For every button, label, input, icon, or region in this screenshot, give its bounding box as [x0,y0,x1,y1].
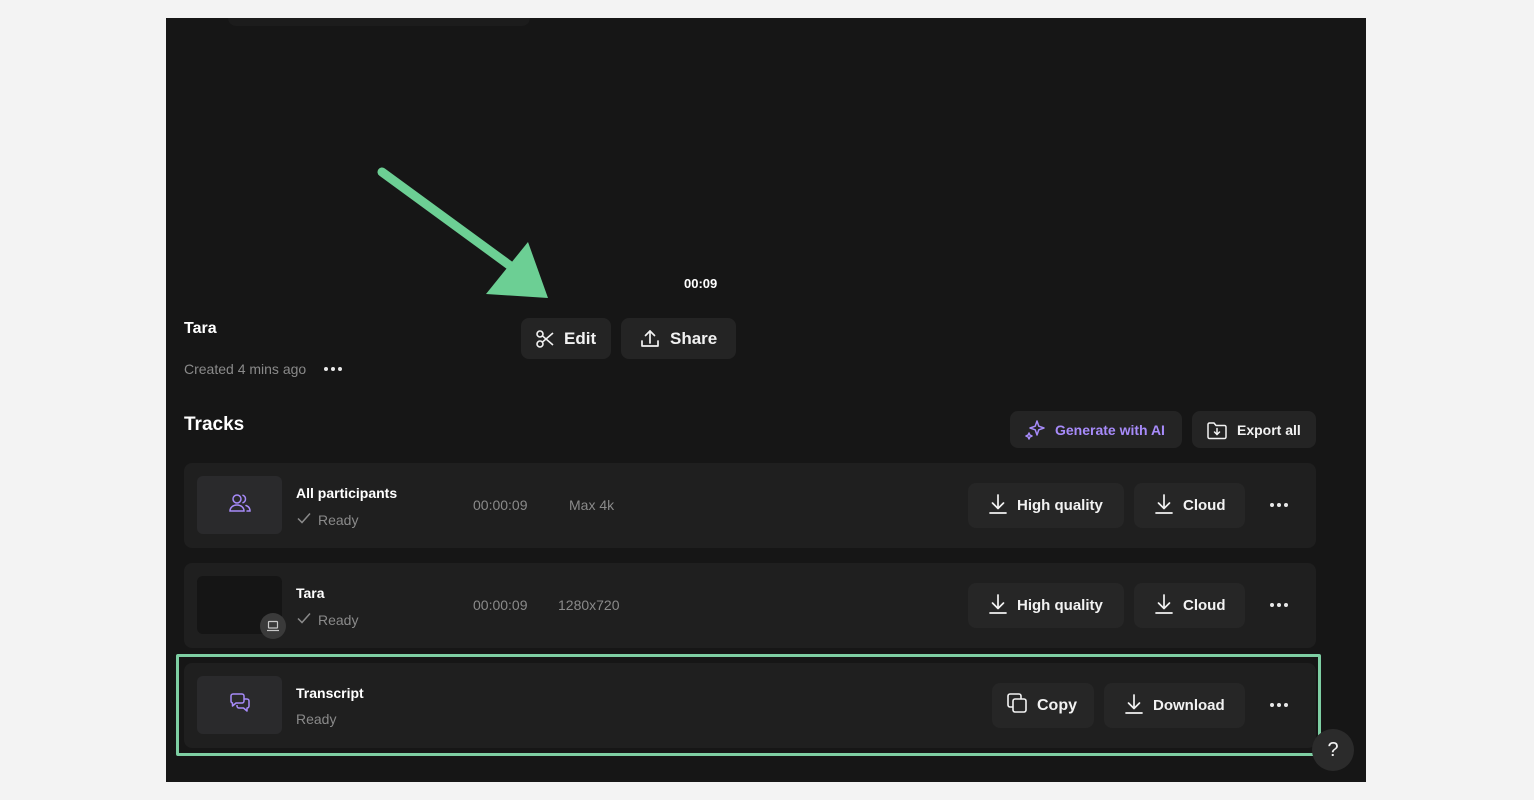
tracks-heading: Tracks [184,414,245,435]
check-icon [296,511,312,528]
created-time: Created 4 mins ago [184,361,307,377]
recording-more-icon[interactable] [324,367,343,371]
share-button[interactable]: Share [621,318,736,359]
users-icon [228,491,252,520]
export-label: Export all [1237,421,1301,438]
track-status-label: Ready [318,611,359,628]
check-icon [296,611,312,628]
track-status: Ready [296,511,358,528]
recording-title: Tara [184,320,217,337]
cloud-label: Cloud [1183,597,1226,614]
high-quality-download-button[interactable]: High quality [968,583,1124,628]
help-button[interactable]: ? [1312,729,1354,771]
track-status-label: Ready [318,511,359,528]
high-quality-label: High quality [1017,497,1103,514]
scissors-icon [535,329,555,349]
track-name: All participants [296,485,398,501]
generate-label: Generate with AI [1055,421,1165,438]
top-bar [228,18,530,26]
transcript-highlight-box [176,654,1321,756]
recording-meta: Created 4 mins ago [184,361,343,377]
edit-label: Edit [564,328,597,348]
cloud-download-button[interactable]: Cloud [1134,483,1245,528]
track-row: All participants Ready 00:00:09 Max 4k H… [184,463,1316,548]
download-icon [988,493,1008,519]
laptop-icon [260,613,286,639]
sparkle-icon [1024,419,1046,441]
share-label: Share [670,328,718,348]
track-status: Ready [296,611,358,628]
download-icon [988,593,1008,619]
track-name: Tara [296,585,325,601]
track-row: Tara Ready 00:00:09 1280x720 High qualit… [184,563,1316,648]
track-more-icon[interactable] [1270,503,1288,507]
cloud-download-button[interactable]: Cloud [1134,583,1245,628]
edit-button[interactable]: Edit [521,318,611,359]
generate-with-ai-button[interactable]: Generate with AI [1010,411,1182,448]
track-more-icon[interactable] [1270,603,1288,607]
annotation-arrow-icon [377,167,548,298]
folder-download-icon [1206,419,1228,441]
upload-icon [639,328,661,350]
cloud-label: Cloud [1183,497,1226,514]
track-duration: 00:00:09 [473,497,528,513]
track-resolution: Max 4k [569,497,615,513]
player-timestamp: 00:09 [684,276,718,291]
high-quality-download-button[interactable]: High quality [968,483,1124,528]
track-resolution: 1280x720 [558,597,620,613]
track-thumbnail [197,476,282,534]
export-all-button[interactable]: Export all [1192,411,1316,448]
download-icon [1154,593,1174,619]
download-icon [1154,493,1174,519]
high-quality-label: High quality [1017,597,1103,614]
track-duration: 00:00:09 [473,597,528,613]
